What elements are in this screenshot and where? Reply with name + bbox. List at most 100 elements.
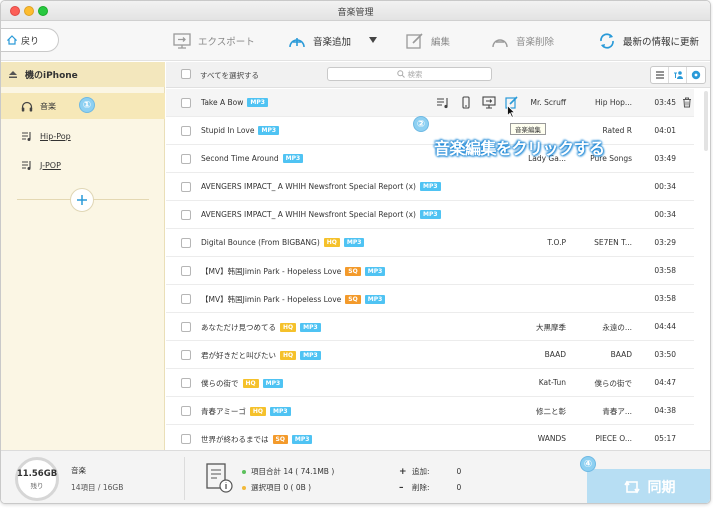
format-badge: MP3 [419, 182, 441, 191]
format-badge: MP3 [300, 323, 321, 332]
quality-badge: HQ [242, 379, 259, 388]
row-checkbox[interactable] [181, 322, 191, 332]
table-row[interactable]: 君が好きだと叫びたい HQ MP3 BAAD BAAD 03:50 [166, 341, 694, 369]
delete-music-icon [492, 39, 508, 48]
quality-badge: HQ [323, 238, 340, 247]
export-to-device-icon[interactable] [459, 96, 473, 109]
device-row[interactable]: 機のiPhone [1, 62, 165, 87]
table-row[interactable]: 僕らの街で HQ MP3 Kat-Tun 僕らの街で 04:47 [166, 369, 694, 397]
format-badge: MP3 [291, 435, 313, 444]
sync-button[interactable]: 同期 [587, 469, 710, 503]
refresh-button[interactable]: 最新の情報に更新 [597, 32, 699, 50]
track-title: 僕らの街で [201, 379, 239, 388]
table-row[interactable]: AVENGERS IMPACT_ A WHIH Newsfront Specia… [166, 173, 694, 201]
track-title: Second Time Around [201, 154, 279, 163]
row-checkbox[interactable] [181, 210, 191, 220]
sidebar-item-label: 音楽 [40, 101, 56, 111]
artist-view-button[interactable] [669, 67, 687, 83]
back-button[interactable]: 戻り [1, 28, 59, 52]
add-music-button[interactable]: 音楽追加 [287, 32, 351, 50]
table-row[interactable]: AVENGERS IMPACT_ A WHIH Newsfront Specia… [166, 201, 694, 229]
track-artist: BAAD [544, 350, 566, 359]
add-music-label: 音楽追加 [313, 37, 352, 48]
track-list: Take A Bow MP3 Mr. Scruff Hip Hop... 03:… [166, 89, 694, 450]
row-checkbox[interactable] [181, 126, 191, 136]
select-all-checkbox[interactable] [181, 69, 191, 79]
table-row[interactable]: Stupid In Love MP3 Rated R 04:01 [166, 117, 694, 145]
track-artist: Mr. Scruff [530, 98, 566, 107]
view-switcher [650, 66, 706, 84]
scrollbar-thumb[interactable] [704, 91, 708, 151]
format-badge: MP3 [343, 238, 365, 247]
row-checkbox[interactable] [181, 378, 191, 388]
table-row[interactable]: 【MV】韩国Jimin Park - Hopeless Love SQ MP3 … [166, 285, 694, 313]
format-badge: MP3 [262, 379, 284, 388]
track-title-cell: 君が好きだと叫びたい HQ MP3 [201, 350, 321, 361]
track-artist: WANDS [537, 434, 566, 443]
home-icon [7, 35, 17, 45]
search-input[interactable]: 検索 [327, 67, 492, 81]
search-placeholder: 検索 [407, 69, 423, 79]
row-checkbox[interactable] [181, 98, 191, 108]
track-artist: 修二と彰 [536, 407, 566, 416]
minus-icon: – [399, 482, 404, 493]
track-duration: 03:50 [654, 350, 676, 359]
table-row[interactable]: あなただけ見つめてる HQ MP3 大黒摩季 永遠の... 04:44 [166, 313, 694, 341]
quality-badge: HQ [249, 407, 266, 416]
search-icon [396, 70, 405, 78]
row-checkbox[interactable] [181, 406, 191, 416]
row-checkbox[interactable] [181, 434, 191, 444]
row-checkbox[interactable] [181, 294, 191, 304]
quality-badge: HQ [280, 351, 297, 360]
track-duration: 03:58 [654, 294, 676, 303]
row-checkbox[interactable] [181, 182, 191, 192]
table-row[interactable]: Digital Bounce (From BIGBANG) HQ MP3 T.O… [166, 229, 694, 257]
track-album: SE7EN T... [594, 238, 632, 247]
edit-label: 編集 [431, 37, 451, 48]
back-label: 戻り [21, 36, 40, 47]
row-checkbox[interactable] [181, 154, 191, 164]
add-count-stat: + 追加: 0 [399, 466, 461, 477]
track-album: 永遠の... [602, 323, 632, 332]
track-title: あなただけ見つめてる [201, 323, 276, 332]
toolbar: 戻り エクスポート 音楽追加 編集 音楽削除 最新の情報に更新 [1, 21, 710, 61]
export-button[interactable]: エクスポート [172, 32, 255, 50]
delete-music-button[interactable]: 音楽削除 [490, 32, 554, 50]
sidebar-item-j-pop[interactable]: J-POP [1, 152, 165, 178]
scrollbar[interactable] [704, 91, 708, 444]
table-row[interactable]: Take A Bow MP3 Mr. Scruff Hip Hop... 03:… [166, 89, 694, 117]
track-title: 【MV】韩国Jimin Park - Hopeless Love [201, 295, 342, 304]
add-dropdown-arrow-icon[interactable] [369, 37, 377, 43]
edit-button[interactable]: 編集 [405, 32, 450, 50]
row-checkbox[interactable] [181, 266, 191, 276]
footer-divider [184, 457, 185, 500]
sidebar-item-hip-pop[interactable]: Hip-Pop [1, 123, 165, 149]
device-name: 機のiPhone [25, 71, 78, 81]
mouse-cursor-icon [507, 105, 515, 118]
track-duration: 04:47 [654, 378, 676, 387]
export-to-pc-icon[interactable] [482, 96, 496, 109]
track-duration: 05:17 [654, 434, 676, 443]
track-title: Digital Bounce (From BIGBANG) [201, 238, 320, 247]
edit-music-tooltip: 音楽編集 [510, 123, 546, 135]
track-title-cell: 青春アミーゴ HQ MP3 [201, 406, 291, 417]
table-row[interactable]: 世界が終わるまでは SQ MP3 WANDS PIECE O... 05:17 [166, 425, 694, 450]
footer-category: 音楽 [71, 466, 86, 475]
row-checkbox[interactable] [181, 238, 191, 248]
table-row[interactable]: 青春アミーゴ HQ MP3 修二と彰 青春ア... 04:38 [166, 397, 694, 425]
format-badge: MP3 [269, 407, 291, 416]
select-all-label: すべてを選択する [200, 71, 260, 80]
sidebar-item-label: J-POP [40, 160, 61, 170]
album-view-button[interactable] [687, 67, 705, 83]
track-title: 君が好きだと叫びたい [201, 351, 276, 360]
list-view-button[interactable] [651, 67, 669, 83]
trash-icon[interactable] [682, 97, 692, 108]
table-row[interactable]: 【MV】韩国Jimin Park - Hopeless Love SQ MP3 … [166, 257, 694, 285]
format-badge: MP3 [300, 351, 321, 360]
row-checkbox[interactable] [181, 350, 191, 360]
track-album: PIECE O... [595, 434, 632, 443]
table-row[interactable]: Second Time Around MP3 Lady Ga... Pure S… [166, 145, 694, 173]
add-playlist-button[interactable] [70, 188, 94, 212]
artist-view-icon [673, 71, 683, 79]
add-to-playlist-icon[interactable] [436, 96, 450, 109]
